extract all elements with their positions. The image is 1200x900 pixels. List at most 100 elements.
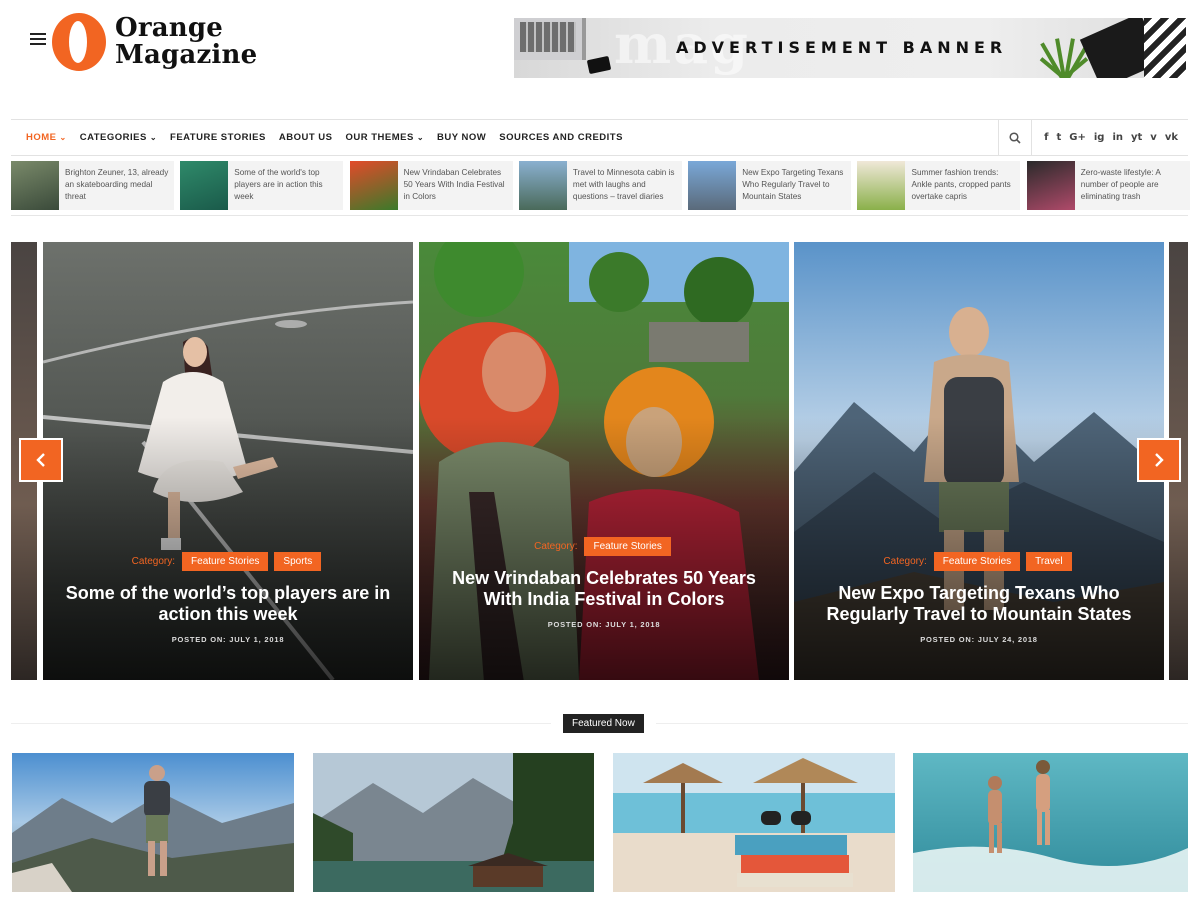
ticker-item[interactable]: Some of the world's top players are in a… [180,161,344,210]
category-row: Category: Feature Stories [419,537,789,556]
chevron-left-icon [36,453,45,467]
slide-caption: Category: Feature Stories New Vrindaban … [419,537,789,629]
ticker-item[interactable]: Brighton Zeuner, 13, already an skateboa… [11,161,174,210]
vk-icon[interactable]: vk [1165,132,1178,143]
ticker-title: Brighton Zeuner, 13, already an skateboa… [65,168,169,201]
featured-image-hiker [12,753,294,892]
nav-item-sources-and-credits[interactable]: SOURCES AND CREDITS [499,132,623,143]
site-logo[interactable]: Orange Magazine [52,12,257,72]
category-badge[interactable]: Feature Stories [584,537,671,556]
nav-item-feature-stories[interactable]: FEATURE STORIES [170,132,266,143]
featured-image-lake [313,753,594,892]
category-badge[interactable]: Feature Stories [933,552,1021,571]
divider [656,723,1188,724]
chevron-right-icon [1155,453,1164,467]
plant-image [1039,28,1090,78]
nav-item-our-themes[interactable]: OUR THEMES ⌄ [345,132,424,143]
featured-now-label: Featured Now [563,714,644,733]
ticker-thumbnail [518,161,567,210]
slide-title[interactable]: Some of the world’s top players are in a… [61,583,395,625]
category-label: Category: [883,556,927,567]
featured-card[interactable] [913,753,1188,892]
striped-pattern [1144,18,1186,78]
slide-card[interactable]: Category: Feature Stories New Vrindaban … [419,242,789,680]
ticker-thumbnail [180,161,229,210]
nav-item-label: ABOUT US [278,132,333,143]
youtube-icon[interactable]: yt [1131,132,1142,143]
slide-date: POSTED ON: JULY 1, 2018 [547,620,661,629]
ad-text: ADVERTISEMENT BANNER [676,38,1008,57]
ticker-title: Summer fashion trends: Ankle pants, crop… [911,168,1011,201]
ticker-title: Zero-waste lifestyle: A number of people… [1080,168,1161,201]
chevron-down-icon: ⌄ [59,133,67,142]
nav-item-buy-now[interactable]: BUY NOW [437,132,486,143]
ticker-item[interactable]: New Expo Targeting Texans Who Regularly … [688,161,852,210]
featured-card[interactable] [613,753,895,892]
social-links: f t G+ ig in yt v vk [1032,120,1188,155]
ticker-thumbnail [1026,161,1075,210]
ticker-title: Some of the world's top players are in a… [234,168,323,201]
featured-image-beach-books [613,753,895,892]
nav-item-label: FEATURE STORIES [170,132,266,143]
instagram-icon[interactable]: ig [1094,132,1105,143]
category-badge[interactable]: Feature Stories [182,552,269,571]
slide-date: POSTED ON: JULY 24, 2018 [920,635,1038,644]
category-badge[interactable]: Travel [1026,552,1072,571]
nav-item-about-us[interactable]: ABOUT US [279,132,333,143]
slide-caption: Category: Feature Stories Sports Some of… [43,552,413,644]
logo-text: Orange Magazine [115,15,257,69]
facebook-icon[interactable]: f [1044,132,1048,143]
nav-item-label: CATEGORIES [79,132,147,143]
nav-item-home[interactable]: HOME ⌄ [26,132,67,143]
slide-title[interactable]: New Expo Targeting Texans Who Regularly … [812,583,1146,625]
ticker-item[interactable]: Zero-waste lifestyle: A number of people… [1026,161,1190,210]
post-ticker: Brighton Zeuner, 13, already an skateboa… [11,161,1190,210]
ticker-thumbnail [857,161,906,210]
ticker-thumbnail [349,161,398,210]
slider-prev-button[interactable] [19,438,63,482]
menu-icon[interactable] [30,33,46,45]
category-label: Category: [534,541,578,552]
ticker-title: Travel to Minnesota cabin is met with la… [572,168,675,201]
slide-card[interactable]: Category: Feature Stories Travel New Exp… [794,242,1164,680]
category-row: Category: Feature Stories Sports [43,552,413,571]
slide-date: POSTED ON: JULY 1, 2018 [171,635,285,644]
ticker-thumbnail [688,161,737,210]
laptop-image [514,18,586,60]
advertisement-banner[interactable]: mag ADVERTISEMENT BANNER [514,18,1186,78]
slide-title[interactable]: New Vrindaban Celebrates 50 Years With I… [437,568,771,610]
ticker-item[interactable]: Travel to Minnesota cabin is met with la… [518,161,682,210]
logo-line2: Magazine [115,40,258,70]
nav-menu: HOME ⌄ CATEGORIES ⌄ FEATURE STORIES ABOUT US O… [11,120,998,155]
divider [11,723,551,724]
category-row: Category: Feature Stories Travel [794,552,1164,571]
ticker-title: New Vrindaban Celebrates 50 Years With I… [403,168,505,201]
site-header: Orange Magazine mag ADVERTISEMENT BANNER [0,0,1200,100]
ticker-item[interactable]: Summer fashion trends: Ankle pants, crop… [857,161,1021,210]
featured-card[interactable] [12,753,294,892]
nav-item-label: OUR THEMES [345,132,414,143]
divider [11,215,1188,216]
logo-line1: Orange [115,13,224,43]
slide-caption: Category: Feature Stories Travel New Exp… [794,552,1164,644]
chevron-down-icon: ⌄ [416,133,425,142]
featured-image-sea [913,753,1188,892]
ticker-item[interactable]: New Vrindaban Celebrates 50 Years With I… [349,161,513,210]
ticker-thumbnail [11,161,59,210]
linkedin-icon[interactable]: in [1112,132,1123,143]
category-badge[interactable]: Sports [274,552,322,571]
nav-item-categories[interactable]: CATEGORIES ⌄ [80,132,157,143]
nav-item-label: BUY NOW [437,132,487,143]
twitter-icon[interactable]: t [1056,132,1061,143]
slider-next-button[interactable] [1137,438,1181,482]
slide-card[interactable]: Category: Feature Stories Sports Some of… [43,242,413,680]
vimeo-icon[interactable]: v [1150,132,1157,143]
search-icon[interactable] [998,119,1033,156]
featured-card[interactable] [313,753,594,892]
google-plus-icon[interactable]: G+ [1069,132,1086,143]
chevron-down-icon: ⌄ [149,133,158,142]
main-nav: HOME ⌄ CATEGORIES ⌄ FEATURE STORIES ABOUT US O… [11,119,1188,156]
featured-slider: Category: Feature Stories Sports Some of… [11,242,1188,680]
ticker-title: New Expo Targeting Texans Who Regularly … [742,168,844,201]
category-label: Category: [131,556,176,567]
